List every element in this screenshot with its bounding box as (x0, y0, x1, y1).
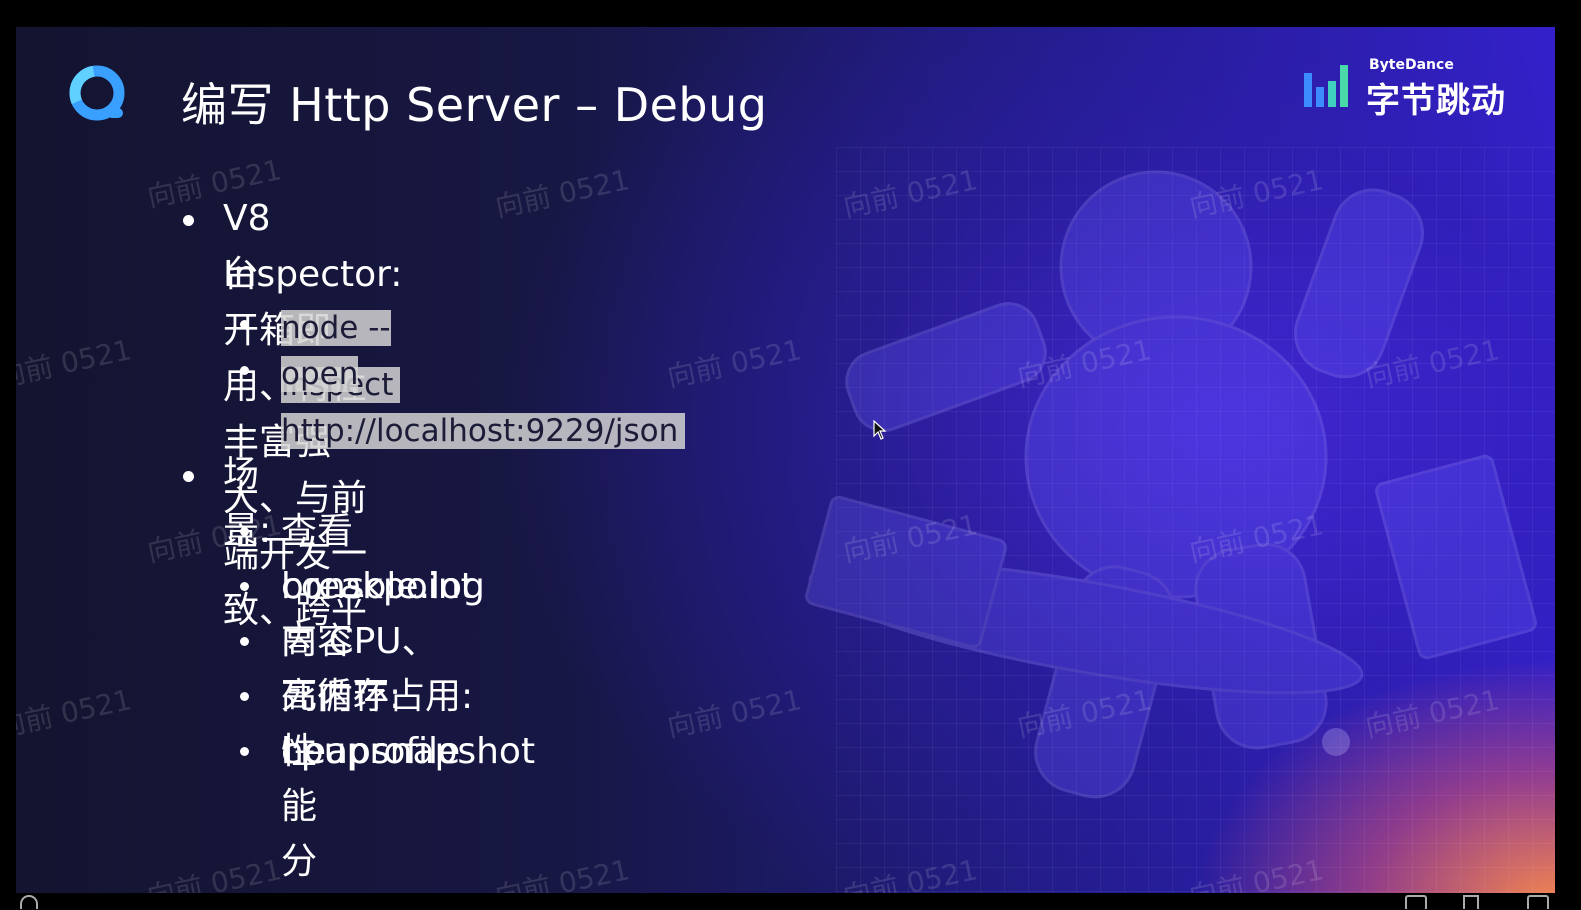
watermark: 向前 0521 (144, 853, 285, 893)
sub-bullet-dot (240, 637, 249, 646)
sub-bullet-item: open http://localhost:9229/json (281, 345, 686, 459)
bullet-text-continued: 台 (223, 254, 260, 295)
sub-bullet-item: 高内存占用: heapsnapshot (281, 676, 536, 772)
volume-icon[interactable] (1463, 895, 1479, 909)
bytedance-bars-icon (1304, 65, 1348, 107)
watermark: 向前 0521 (16, 683, 135, 744)
sub-bullet-dot (240, 527, 249, 536)
sub-bullet-item: breakpoint (281, 566, 475, 607)
astronaut-illustration (805, 170, 1537, 799)
slide-title: 编写 Http Server – Debug (181, 78, 768, 132)
sub-bullet-dot (240, 692, 249, 701)
caption-icon[interactable] (1405, 895, 1427, 909)
bullet-dot (183, 215, 194, 226)
sub-bullet-dot (240, 582, 249, 591)
bullet-text: 场景: (223, 454, 272, 551)
fullscreen-icon[interactable] (1527, 895, 1549, 909)
code-command-highlight: open http://localhost:9229/json (281, 356, 686, 449)
sub-bullet-dot (240, 320, 249, 329)
video-frame: 向前 0521 向前 0521 向前 0521 向前 0521 向前 0521 … (0, 0, 1581, 910)
bytedance-logo: ByteDance 字节跳动 (1304, 57, 1524, 121)
bullet-dot (183, 471, 194, 482)
presentation-slide: 向前 0521 向前 0521 向前 0521 向前 0521 向前 0521 … (16, 27, 1555, 893)
brand-latin-text: ByteDance (1369, 57, 1454, 73)
sub-bullet-item: 性能分析 (281, 731, 318, 882)
brand-chinese-text: 字节跳动 (1366, 81, 1506, 121)
app-logo-icon (69, 65, 125, 121)
watermark: 向前 0521 (492, 853, 633, 893)
sub-bullet-dot (240, 366, 249, 375)
replay-icon[interactable] (20, 895, 38, 909)
mouse-cursor-icon (873, 420, 887, 440)
watermark: 向前 0521 (16, 333, 135, 394)
player-control-bar (0, 893, 1581, 910)
sub-bullet-dot (240, 747, 249, 756)
watermark: 向前 0521 (492, 163, 633, 224)
